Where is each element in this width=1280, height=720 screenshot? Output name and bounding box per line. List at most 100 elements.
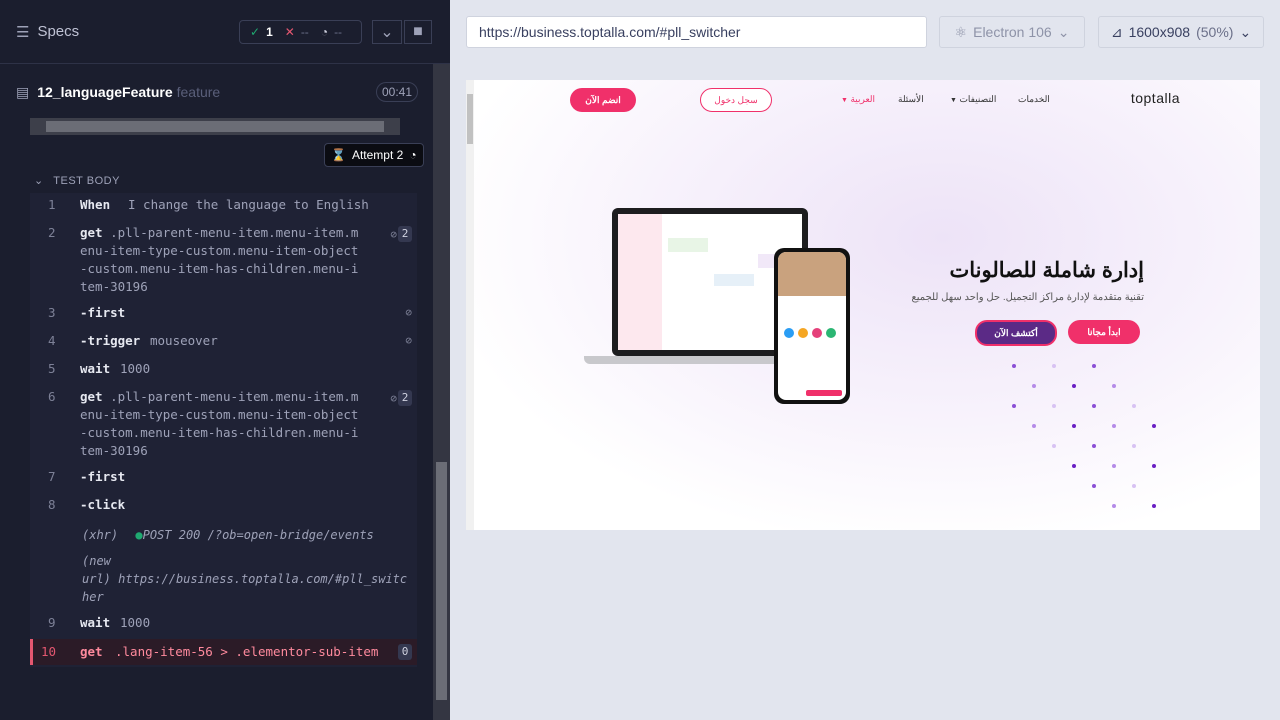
xhr-log-entry[interactable]: (xhr) ●POST 200 /?ob=open-bridge/events (82, 526, 374, 544)
failed-count: -- (300, 25, 309, 39)
decorative-dot (1012, 404, 1016, 408)
eye-slash-icon: ⊘ (405, 334, 412, 347)
decorative-dot (1112, 384, 1116, 388)
aut-panel: https://business.toptalla.com/#pll_switc… (450, 0, 1280, 720)
decorative-dot (1052, 404, 1056, 408)
command-keyword: get (80, 225, 103, 240)
decorative-dot (1072, 424, 1076, 428)
command-keyword: When (80, 197, 111, 212)
stop-button[interactable]: ■ (404, 20, 432, 44)
reporter-panel: ☰ Specs ✓ 1 ✕ -- ◔ -- ⌄ ■ ▤ 12_languageF… (0, 0, 450, 720)
join-button[interactable]: انضم الآن (570, 88, 636, 112)
decorative-dot (1132, 404, 1136, 408)
command-number: 10 (41, 644, 57, 659)
failed-command-row[interactable]: 10 get .lang-item-56 > .elementor-sub-it… (30, 639, 417, 665)
ruler-icon: ⊿ (1110, 23, 1123, 40)
chevron-down-icon: ⌄ (1057, 23, 1070, 40)
horizontal-scroll-thumb[interactable] (46, 121, 384, 132)
eye-slash-icon: ⊘ (405, 306, 412, 319)
command-keyword: -click (80, 497, 126, 512)
viewport-selector[interactable]: ⊿ 1600x908 (50%) ⌄ (1098, 16, 1264, 48)
decorative-dot-pattern (1006, 360, 1246, 530)
command-row[interactable]: 2 get .pll-parent-menu-item.menu-item.me… (30, 224, 417, 296)
decorative-dot (1092, 444, 1096, 448)
decorative-dot (1152, 424, 1156, 428)
command-number: 1 (48, 197, 56, 212)
command-number: 3 (48, 305, 56, 320)
command-keyword: -trigger (80, 333, 141, 348)
command-row[interactable]: 5 wait 1000 (30, 360, 417, 378)
command-keyword: -first (80, 469, 126, 484)
hero-headline: إدارة شاملة للصالونات (949, 259, 1144, 282)
iframe-scroll-thumb[interactable] (467, 94, 473, 144)
decorative-dot (1152, 504, 1156, 508)
site-logo[interactable]: toptalla (1131, 90, 1180, 106)
command-number: 4 (48, 333, 56, 348)
decorative-dot (1112, 424, 1116, 428)
attempt-label: Attempt 2 (351, 148, 404, 162)
command-keyword: -first (80, 305, 126, 320)
nav-categories[interactable]: ▼ التصنيفات (950, 94, 996, 105)
command-number: 5 (48, 361, 56, 376)
passed-count: 1 (266, 25, 273, 39)
decorative-dot (1072, 464, 1076, 468)
viewport-size: 1600x908 (1128, 24, 1191, 40)
specs-button[interactable]: ☰ Specs (16, 23, 79, 41)
test-body-toggle[interactable]: ⌄ TEST BODY (34, 174, 120, 187)
chevron-down-icon: ⌄ (34, 175, 44, 187)
nav-faq[interactable]: الأسئلة (898, 94, 924, 105)
command-row[interactable]: 9 wait 1000 (30, 614, 417, 632)
command-row[interactable]: 4 -trigger mouseover ⊘ (30, 332, 417, 350)
decorative-dot (1032, 384, 1036, 388)
eye-slash-icon: ⊘ (390, 228, 397, 241)
decorative-dot (1012, 364, 1016, 368)
xhr-label: (xhr) (82, 528, 119, 542)
decorative-dot (1092, 404, 1096, 408)
command-row[interactable]: 7 -first (30, 468, 417, 486)
command-row[interactable]: 8 -click (30, 496, 417, 514)
nav-language[interactable]: ▼ العربية (841, 94, 875, 105)
new-url-label: url) (82, 572, 111, 586)
new-url-text: https://business.toptalla.com/#pll_switc (118, 572, 408, 586)
command-row[interactable]: 1 When I change the language to English (30, 196, 417, 214)
passed-icon: ✓ (250, 25, 261, 39)
new-url-log-entry[interactable]: (new url) https://business.toptalla.com/… (82, 552, 412, 606)
element-count-badge: 0 (398, 644, 412, 660)
vertical-scroll-thumb[interactable] (436, 462, 447, 700)
command-arg: .pll-parent-menu-item.menu-item.menu-ite… (80, 225, 359, 294)
caret-down-icon: ▼ (841, 97, 848, 104)
iframe-scrollbar[interactable] (466, 80, 474, 530)
chevron-down-icon: ⌄ (1239, 23, 1252, 40)
command-number: 2 (48, 225, 56, 240)
decorative-dot (1072, 384, 1076, 388)
url-text: https://business.toptalla.com/#pll_switc… (479, 24, 741, 40)
command-log: 1 When I change the language to English … (30, 193, 417, 667)
attempt-button[interactable]: ⌛ Attempt 2 ◔ (324, 143, 424, 167)
start-free-button[interactable]: ابدأ مجانا (1068, 320, 1140, 344)
aut-iframe[interactable]: toptalla الخدمات ▼ التصنيفات الأسئلة ▼ ا… (466, 80, 1260, 530)
decorative-dot (1152, 464, 1156, 468)
spec-file-name: 12_languageFeature (37, 84, 173, 100)
command-arg: .lang-item-56 > .elementor-sub-item (115, 644, 379, 659)
login-button[interactable]: سجل دخول (700, 88, 772, 112)
vertical-scrollbar[interactable] (433, 64, 450, 720)
browser-selector[interactable]: ⚛ Electron 106 ⌄ (939, 16, 1085, 48)
document-icon: ▤ (16, 83, 30, 100)
url-bar[interactable]: https://business.toptalla.com/#pll_switc… (466, 16, 927, 48)
specs-list-icon: ☰ (16, 23, 30, 41)
spec-file-header: ▤ 12_languageFeature feature 00:41 (16, 78, 418, 106)
decorative-dot (1132, 444, 1136, 448)
horizontal-scrollbar[interactable] (30, 118, 400, 135)
duration-badge: 00:41 (375, 82, 418, 102)
test-body-label: TEST BODY (53, 175, 120, 187)
nav-categories-label: التصنيفات (959, 94, 997, 104)
command-arg: I change the language to English (128, 197, 369, 212)
command-row[interactable]: 6 get .pll-parent-menu-item.menu-item.me… (30, 388, 417, 460)
command-arg: .pll-parent-menu-item.menu-item.menu-ite… (80, 389, 359, 458)
new-url-label: (new (82, 554, 111, 568)
nav-services[interactable]: الخدمات (1018, 94, 1050, 105)
command-row[interactable]: 3 -first ⊘ (30, 304, 417, 322)
chevron-down-button[interactable]: ⌄ (372, 20, 402, 44)
discover-button[interactable]: أكتشف الآن (975, 320, 1057, 346)
new-url-text: her (82, 590, 104, 604)
